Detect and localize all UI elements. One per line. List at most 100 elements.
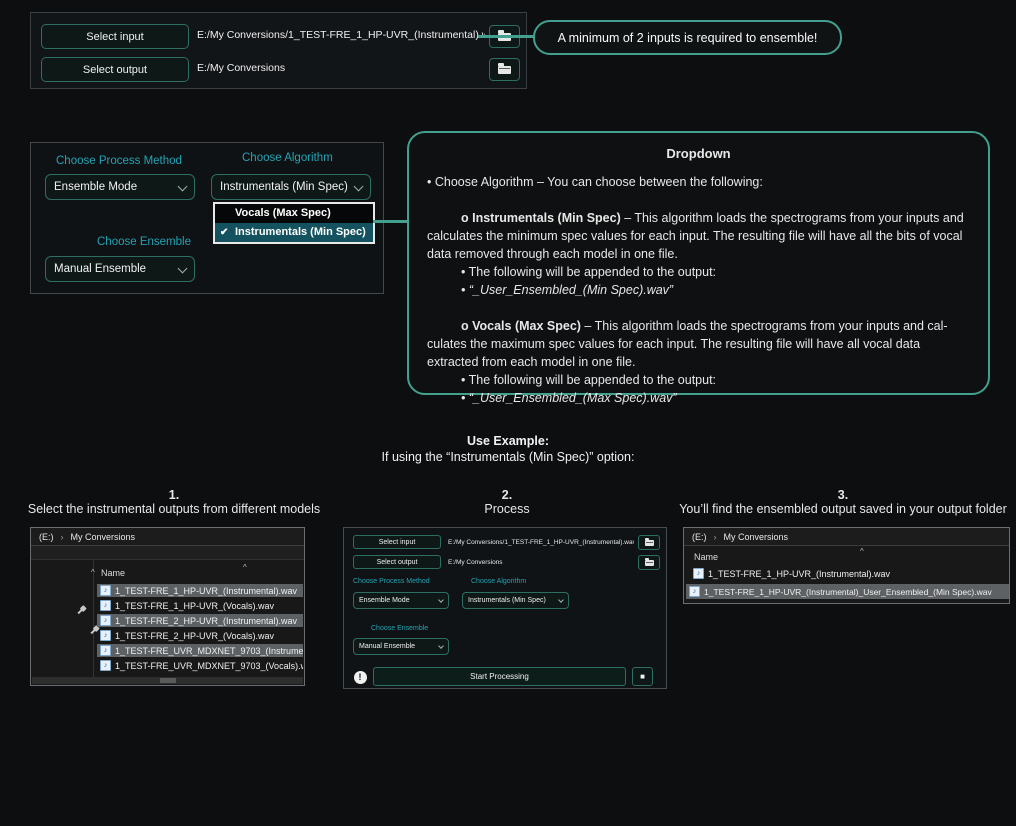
algorithm-label: Choose Algorithm [471,578,526,585]
select-input-button[interactable]: Select input [41,24,189,49]
browse-output-button[interactable] [638,555,660,570]
callout-connector-line [478,35,536,38]
algorithm-dropdown[interactable]: Instrumentals (Min Spec) [211,174,371,200]
file-row[interactable]: ♪ 1_TEST-FRE_2_HP-UVR_(Instrumental).wav [97,614,303,627]
algorithm-label: Choose Algorithm [242,152,333,164]
step3-caption: You’ll find the ensembled output saved i… [670,502,1016,516]
step3-number: 3. [670,488,1016,502]
folder-icon [498,66,511,74]
file-name: 1_TEST-FRE_1_HP-UVR_(Vocals).wav [115,601,274,611]
chevron-down-icon [178,263,188,273]
explorer-step1: (E:) › My Conversions ^ Name ^ ♪ 1_TEST-… [30,527,305,686]
select-input-button[interactable]: Select input [353,535,441,549]
start-processing-button[interactable]: Start Processing [373,667,626,686]
process-method-value: Ensemble Mode [54,181,137,193]
io-panel: Select input E:/My Conversions/1_TEST-FR… [30,12,527,89]
audio-file-icon: ♪ [693,568,704,579]
ensemble-value: Manual Ensemble [54,263,146,275]
folder-icon [645,560,654,566]
input-path-value: E:/My Conversions/1_TEST-FRE_1_HP-UVR_(I… [197,24,485,47]
use-example-subtitle: If using the “Instrumentals (Min Spec)” … [0,450,1016,464]
docbox-connector-line [373,220,407,223]
breadcrumb-drive[interactable]: (E:) [39,532,54,542]
doc-appended-label-min: • The following will be appended to the … [461,263,970,281]
doc-max-spec-paragraph: o Vocals (Max Spec) – This algorithm loa… [427,317,970,371]
folder-icon [645,540,654,546]
ensemble-dropdown[interactable]: Manual Ensemble [353,638,449,655]
doc-min-spec-paragraph: o Instrumentals (Min Spec) – This algori… [427,209,970,263]
chevron-down-icon [558,597,564,603]
name-column-header[interactable]: Name [694,552,718,562]
process-method-label: Choose Process Method [56,155,182,167]
audio-file-icon: ♪ [100,660,111,671]
menu-item-instrumentals-min-spec[interactable]: ✔ Instrumentals (Min Spec) [215,223,373,242]
browse-output-button[interactable] [489,58,520,81]
page: Select input E:/My Conversions/1_TEST-FR… [0,0,1016,826]
ensemble-dropdown[interactable]: Manual Ensemble [45,256,195,282]
breadcrumb-chevron-icon: › [714,532,717,542]
explorer1-breadcrumb[interactable]: (E:) › My Conversions [31,528,304,546]
chevron-down-icon [438,597,444,603]
use-example-title: Use Example: [0,434,1016,448]
step2-number: 2. [346,488,668,502]
min-inputs-callout: A minimum of 2 inputs is required to ens… [533,20,842,55]
ensemble-value: Manual Ensemble [359,643,415,650]
audio-file-icon: ♪ [100,585,111,596]
file-name: 1_TEST-FRE_2_HP-UVR_(Instrumental).wav [115,616,297,626]
algorithm-value: Instrumentals (Min Spec) [468,597,546,604]
file-row[interactable]: ♪ 1_TEST-FRE_2_HP-UVR_(Vocals).wav [97,629,303,642]
pin-icon [77,605,86,614]
doc-appended-label-max: • The following will be appended to the … [461,371,970,389]
algorithm-dropdown[interactable]: Instrumentals (Min Spec) [462,592,569,609]
select-output-button[interactable]: Select output [353,555,441,569]
file-name: 1_TEST-FRE_UVR_MDXNET_9703_(Vocals).wav [115,661,303,671]
process-method-value: Ensemble Mode [359,597,410,604]
stop-icon: ■ [640,672,645,681]
file-row[interactable]: ♪ 1_TEST-FRE_1_HP-UVR_(Instrumental).wav [97,584,303,597]
browse-input-button[interactable] [638,535,660,550]
output-path-value: E:/My Conversions [197,57,285,80]
file-row[interactable]: ♪ 1_TEST-FRE_1_HP-UVR_(Vocals).wav [97,599,303,612]
breadcrumb-chevron-icon: › [61,532,64,542]
dropdown-doc-box: Dropdown • Choose Algorithm – You can ch… [407,131,990,395]
step1-number: 1. [2,488,346,502]
audio-file-icon: ♪ [100,600,111,611]
horizontal-scrollbar[interactable] [32,677,303,684]
file-row[interactable]: ♪ 1_TEST-FRE_UVR_MDXNET_9703_(Instrument… [97,644,303,657]
audio-file-icon: ♪ [100,630,111,641]
mini-app-step2: Select input E:/My Conversions/1_TEST-FR… [343,527,667,689]
menu-item-vocals-max-spec[interactable]: Vocals (Max Spec) [215,204,373,223]
doc-max-spec-suffix: • “_User_Ensembled_(Max Spec).wav” [461,389,970,407]
process-method-dropdown[interactable]: Ensemble Mode [353,592,449,609]
process-method-dropdown[interactable]: Ensemble Mode [45,174,195,200]
explorer3-breadcrumb[interactable]: (E:) › My Conversions [684,528,1009,546]
explorer1-toolbar [31,546,304,560]
audio-file-icon: ♪ [100,645,111,656]
doc-intro: • Choose Algorithm – You can choose betw… [427,173,970,191]
options-panel: Choose Process Method Ensemble Mode Choo… [30,142,384,294]
algorithm-value: Instrumentals (Min Spec) [220,181,348,193]
scrollbar-thumb[interactable] [160,678,176,683]
output-path-value: E:/My Conversions [448,559,503,566]
step2-caption: Process [346,502,668,516]
audio-file-icon: ♪ [100,615,111,626]
info-button[interactable]: ! [351,668,369,686]
breadcrumb-folder[interactable]: My Conversions [724,532,789,542]
file-name: 1_TEST-FRE_1_HP-UVR_(Instrumental).wav [708,569,890,579]
name-column-header[interactable]: Name [101,568,125,578]
check-icon: ✔ [220,223,228,242]
breadcrumb-drive[interactable]: (E:) [692,532,707,542]
input-path-value: E:/My Conversions/1_TEST-FRE_1_HP-UVR_(I… [448,539,634,546]
file-row[interactable]: ♪ 1_TEST-FRE_UVR_MDXNET_9703_(Vocals).wa… [97,659,303,672]
file-name: 1_TEST-FRE_2_HP-UVR_(Vocals).wav [115,631,274,641]
stop-button[interactable]: ■ [632,667,653,686]
info-icon: ! [354,671,367,684]
sort-caret-icon: ^ [243,563,247,572]
file-name: 1_TEST-FRE_1_HP-UVR_(Instrumental).wav [115,586,297,596]
menu-item-label: Instrumentals (Min Spec) [235,226,366,238]
file-row[interactable]: ♪ 1_TEST-FRE_1_HP-UVR_(Instrumental)_Use… [686,584,1009,599]
breadcrumb-folder[interactable]: My Conversions [71,532,136,542]
file-row[interactable]: ♪ 1_TEST-FRE_1_HP-UVR_(Instrumental).wav [690,567,1007,580]
file-name: 1_TEST-FRE_1_HP-UVR_(Instrumental)_User_… [704,587,992,597]
select-output-button[interactable]: Select output [41,57,189,82]
